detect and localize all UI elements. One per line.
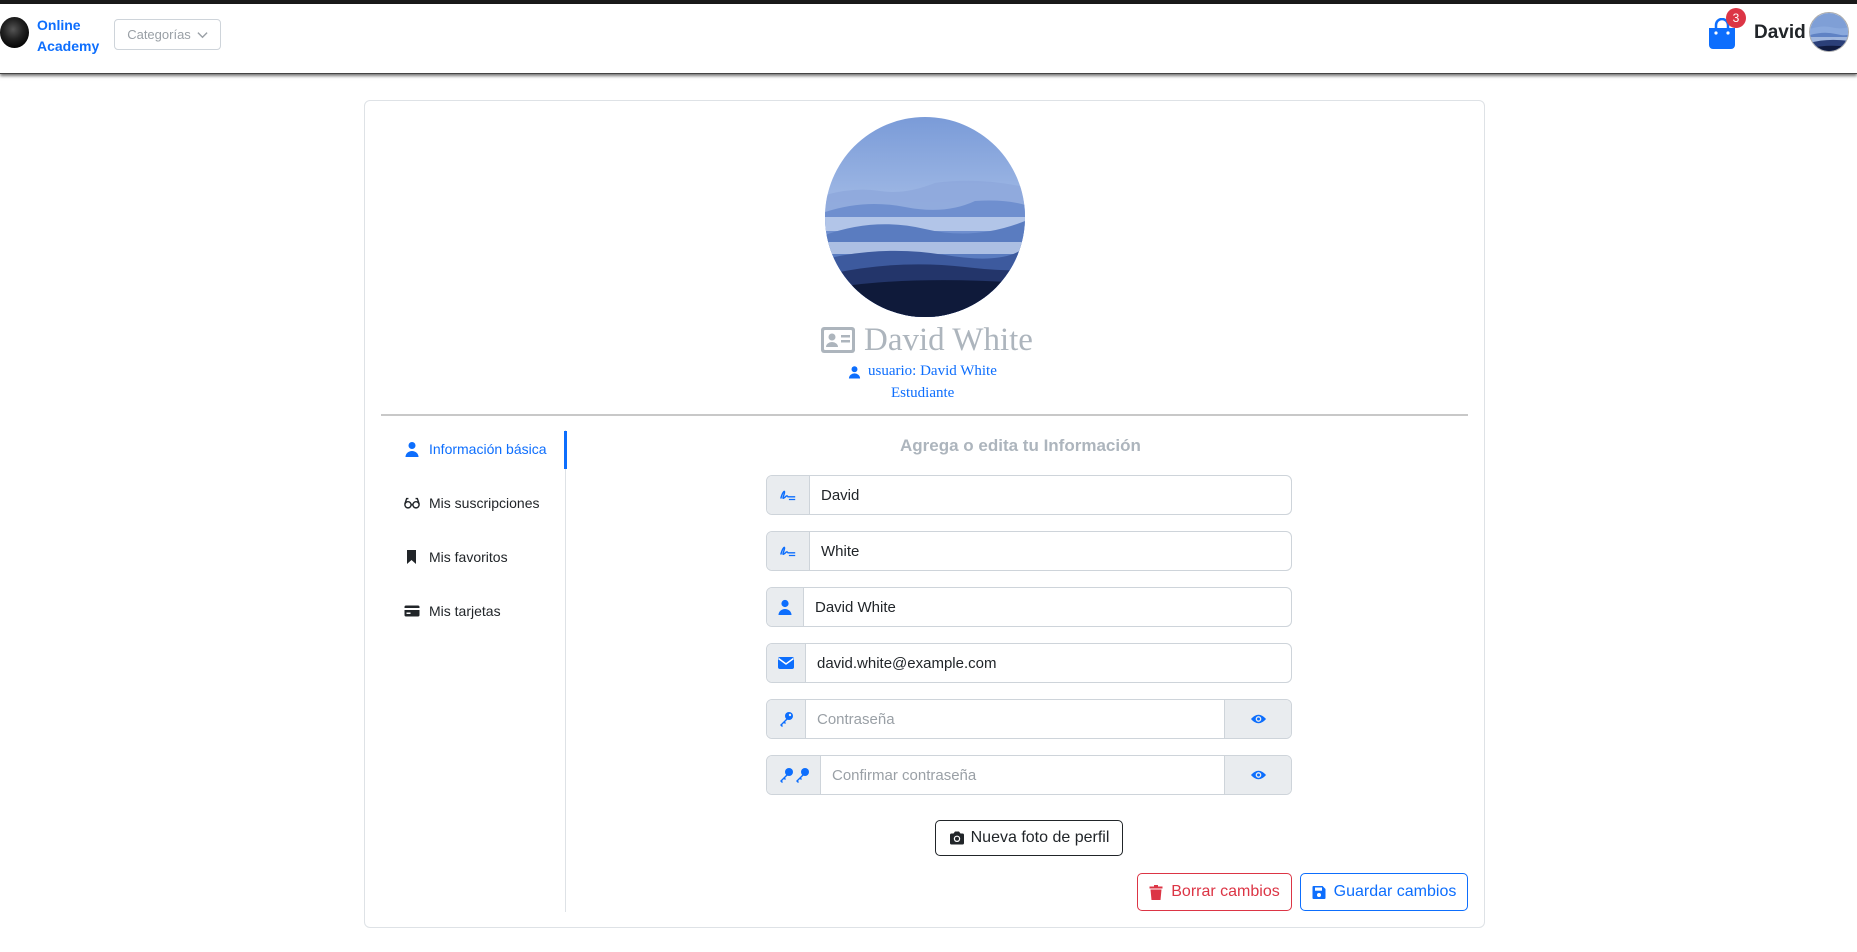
navbar: Online Academy Categorías	[0, 4, 1857, 74]
sidebar-item-label: Mis favoritos	[429, 549, 508, 565]
nav-avatar[interactable]	[1809, 12, 1849, 52]
signature-icon	[767, 532, 810, 570]
sidebar-item-label: Información básica	[429, 441, 547, 457]
profile-name: David White	[820, 320, 1033, 360]
confirm-password-input[interactable]: Confirmar contraseña	[821, 756, 1224, 794]
save-changes-label: Guardar cambios	[1333, 883, 1457, 900]
username-field[interactable]: David White	[766, 587, 1292, 627]
discard-changes-label: Borrar cambios	[1171, 883, 1280, 900]
password-field[interactable]: Contraseña	[766, 699, 1292, 739]
show-password-button[interactable]	[1224, 700, 1291, 738]
sidebar-item-subscriptions[interactable]: Mis suscripciones	[404, 495, 539, 511]
credit-card-icon	[404, 605, 420, 617]
key-icon	[767, 700, 806, 738]
first-name-field[interactable]: David	[766, 475, 1292, 515]
password-input[interactable]: Contraseña	[806, 700, 1224, 738]
profile-photo	[825, 117, 1025, 317]
save-changes-button[interactable]: Guardar cambios	[1300, 873, 1468, 911]
new-photo-button[interactable]: Nueva foto de perfil	[935, 820, 1123, 856]
categories-dropdown[interactable]: Categorías	[114, 19, 221, 50]
brand-logo[interactable]	[0, 17, 29, 48]
user-role: Estudiante	[891, 385, 955, 401]
cart-count-badge: 3	[1726, 8, 1746, 28]
signature-icon	[767, 476, 810, 514]
sidebar-item-label: Mis tarjetas	[429, 603, 501, 619]
sidebar-item-label: Mis suscripciones	[429, 495, 540, 511]
brand-name[interactable]: Online Academy	[37, 15, 117, 57]
trash-icon	[1149, 884, 1163, 900]
nav-user-name[interactable]: David	[1754, 22, 1806, 44]
first-name-input[interactable]: David	[810, 476, 1291, 514]
floppy-disk-icon	[1312, 885, 1326, 899]
glasses-icon	[404, 497, 420, 509]
profile-photo-image	[825, 117, 1025, 317]
last-name-field[interactable]: White	[766, 531, 1292, 571]
user-icon	[848, 365, 861, 378]
id-card-icon	[821, 327, 855, 353]
new-photo-label: Nueva foto de perfil	[970, 829, 1110, 846]
email-field[interactable]: david.white@example.com	[766, 643, 1292, 683]
keys-icon	[767, 756, 821, 794]
email-input[interactable]: david.white@example.com	[806, 644, 1291, 682]
bookmark-icon	[407, 550, 416, 564]
user-icon	[405, 442, 419, 457]
avatar-image	[1810, 13, 1848, 51]
username-text: usuario: David White	[868, 363, 997, 379]
username-input[interactable]: David White	[804, 588, 1291, 626]
profile-full-name: David White	[864, 321, 1033, 358]
discard-changes-button[interactable]: Borrar cambios	[1137, 873, 1292, 911]
eye-icon	[1250, 770, 1266, 780]
confirm-password-placeholder: Confirmar contraseña	[832, 766, 977, 784]
eye-icon	[1250, 714, 1266, 724]
user-icon	[767, 588, 804, 626]
confirm-password-field[interactable]: Confirmar contraseña	[766, 755, 1292, 795]
show-confirm-password-button[interactable]	[1224, 756, 1291, 794]
sidebar-item-basic-info[interactable]: Información básica	[404, 441, 547, 457]
form-title: Agrega o edita tu Información	[900, 436, 1141, 455]
last-name-input[interactable]: White	[810, 532, 1291, 570]
categories-label: Categorías	[127, 27, 191, 42]
sidebar-item-cards[interactable]: Mis tarjetas	[404, 603, 501, 619]
chevron-down-icon	[197, 32, 208, 39]
camera-icon	[949, 831, 964, 845]
password-placeholder: Contraseña	[817, 710, 895, 728]
username-line: usuario: David White	[848, 363, 997, 380]
sidebar-item-favorites[interactable]: Mis favoritos	[404, 549, 508, 565]
divider	[381, 414, 1468, 416]
envelope-icon	[767, 644, 806, 682]
sidebar-active-indicator	[564, 431, 567, 469]
profile-sidebar: Información básica Mis suscripciones Mis…	[382, 430, 566, 912]
